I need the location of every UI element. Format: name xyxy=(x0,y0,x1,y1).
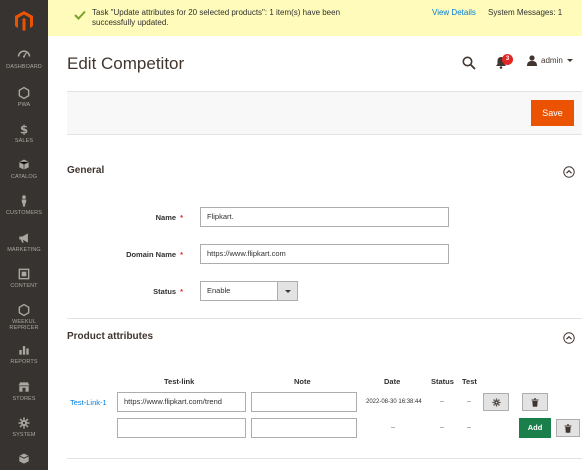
sidebar-item-label: REPORTS xyxy=(10,359,38,365)
notification-count-badge: 3 xyxy=(502,54,513,65)
domain-field-label: Domain Name * xyxy=(63,250,183,259)
required-mark: * xyxy=(180,287,183,296)
dollar-icon: $ xyxy=(20,123,28,136)
note-input[interactable] xyxy=(251,392,357,412)
new-note-input[interactable] xyxy=(251,418,357,438)
page-actions-bar: Save xyxy=(67,91,582,135)
sidebar-item-label: CUSTOMERS xyxy=(6,210,42,216)
sidebar-item-label: SYSTEM xyxy=(12,432,36,438)
cube-icon xyxy=(19,159,29,170)
sidebar-item-content[interactable]: CONTENT xyxy=(0,267,48,303)
trash-icon xyxy=(564,423,572,433)
section-divider xyxy=(67,458,582,459)
product-attributes-section-title[interactable]: Product attributes xyxy=(67,331,153,342)
sidebar-item-catalog[interactable]: CATALOG xyxy=(0,158,48,194)
sidebar-item-dashboard[interactable]: DASHBOARD xyxy=(0,48,48,84)
sidebar-item-label: PWA xyxy=(17,102,31,108)
save-button[interactable]: Save xyxy=(531,100,574,126)
row-status: -- xyxy=(440,399,444,405)
gear-icon xyxy=(491,397,501,407)
trash-icon xyxy=(531,397,539,407)
system-message-bar: Task "Update attributes for 20 selected … xyxy=(48,0,582,36)
required-mark: * xyxy=(180,213,183,222)
sidebar-item-label: DASHBOARD xyxy=(6,64,42,70)
sidebar-item-sales[interactable]: $ SALES xyxy=(0,122,48,158)
store-icon xyxy=(18,382,30,392)
new-test-link-input[interactable] xyxy=(117,418,246,438)
status-label-text: Status xyxy=(153,287,177,296)
select-arrow-icon xyxy=(277,282,297,300)
domain-name-input[interactable]: https://www.flipkart.com xyxy=(200,244,449,264)
system-messages-link[interactable]: System Messages: 1 xyxy=(488,8,562,17)
add-row-button[interactable]: Add xyxy=(519,418,551,438)
column-header-status: Status xyxy=(431,377,454,386)
row-date: 2022-08-30 16:38:44 xyxy=(366,399,422,405)
column-header-note: Note xyxy=(294,377,311,386)
new-row-test: -- xyxy=(467,425,471,431)
status-select[interactable]: Enable xyxy=(200,281,298,301)
column-header-test: Test xyxy=(462,377,477,386)
new-row-date: -- xyxy=(391,425,395,431)
sidebar-item-reports[interactable]: REPORTS xyxy=(0,343,48,379)
search-icon[interactable] xyxy=(462,56,476,70)
column-header-test-link: Test-link xyxy=(164,377,195,386)
name-label-text: Name xyxy=(155,213,177,222)
sidebar-item-weekul-repricer[interactable]: WEEKUL REPRICER xyxy=(0,303,48,339)
column-header-date: Date xyxy=(384,377,401,386)
sidebar-item-stores[interactable]: STORES xyxy=(0,380,48,416)
view-details-link[interactable]: View Details xyxy=(432,8,476,17)
hexagon-icon xyxy=(18,303,30,317)
domain-label-text: Domain Name xyxy=(126,250,177,259)
message-text: Task "Update attributes for 20 selected … xyxy=(92,8,341,27)
sidebar-item-customers[interactable]: CUSTOMERS xyxy=(0,194,48,230)
row-test: -- xyxy=(467,399,471,405)
dashboard-icon xyxy=(17,50,31,58)
admin-username: admin xyxy=(541,56,563,65)
row-delete-button[interactable] xyxy=(522,393,548,411)
sidebar-item-marketing[interactable]: MARKETING xyxy=(0,231,48,267)
sidebar-item-extension[interactable] xyxy=(0,452,48,470)
general-section-title[interactable]: General xyxy=(67,165,104,176)
collapse-chevron-up-icon[interactable] xyxy=(563,166,575,178)
test-link-input[interactable]: https://www.flipkart.com/trend xyxy=(117,392,246,412)
person-icon xyxy=(21,195,27,207)
sidebar-item-pwa[interactable]: PWA xyxy=(0,86,48,122)
sidebar-item-system[interactable]: SYSTEM xyxy=(0,416,48,452)
name-input[interactable]: Flipkart. xyxy=(200,207,449,227)
check-icon xyxy=(74,10,86,20)
chevron-down-icon xyxy=(566,59,573,62)
sidebar-item-label: MARKETING xyxy=(7,247,41,253)
sidebar-item-label: CONTENT xyxy=(10,283,38,289)
box-icon xyxy=(19,453,29,464)
sidebar-item-label: STORES xyxy=(12,396,36,402)
collapse-chevron-up-icon[interactable] xyxy=(563,332,575,344)
megaphone-icon xyxy=(19,233,28,243)
row-settings-button[interactable] xyxy=(483,393,509,411)
status-selected-value: Enable xyxy=(207,286,231,295)
content-icon xyxy=(18,268,30,280)
magento-logo-icon[interactable] xyxy=(0,0,48,42)
admin-sidebar: DASHBOARD PWA $ SALES CATALOG CUSTOMERS MARKET… xyxy=(0,0,48,470)
new-row-delete-button[interactable] xyxy=(556,419,580,437)
user-icon xyxy=(527,55,537,66)
page-title: Edit Competitor xyxy=(67,54,185,73)
admin-user-menu[interactable]: admin xyxy=(527,55,573,66)
status-field-label: Status * xyxy=(63,287,183,296)
section-divider xyxy=(67,318,582,319)
svg-text:$: $ xyxy=(20,123,28,136)
hexagon-icon xyxy=(18,86,30,100)
bar-chart-icon xyxy=(19,346,29,355)
sidebar-item-label: WEEKUL REPRICER xyxy=(9,319,39,331)
gear-icon xyxy=(18,417,30,429)
name-field-label: Name * xyxy=(63,213,183,222)
sidebar-item-label: CATALOG xyxy=(10,174,38,180)
new-row-status: -- xyxy=(440,425,444,431)
sidebar-item-label: SALES xyxy=(14,138,34,144)
row-name-link[interactable]: Test-Link-1 xyxy=(70,398,107,407)
required-mark: * xyxy=(180,250,183,259)
